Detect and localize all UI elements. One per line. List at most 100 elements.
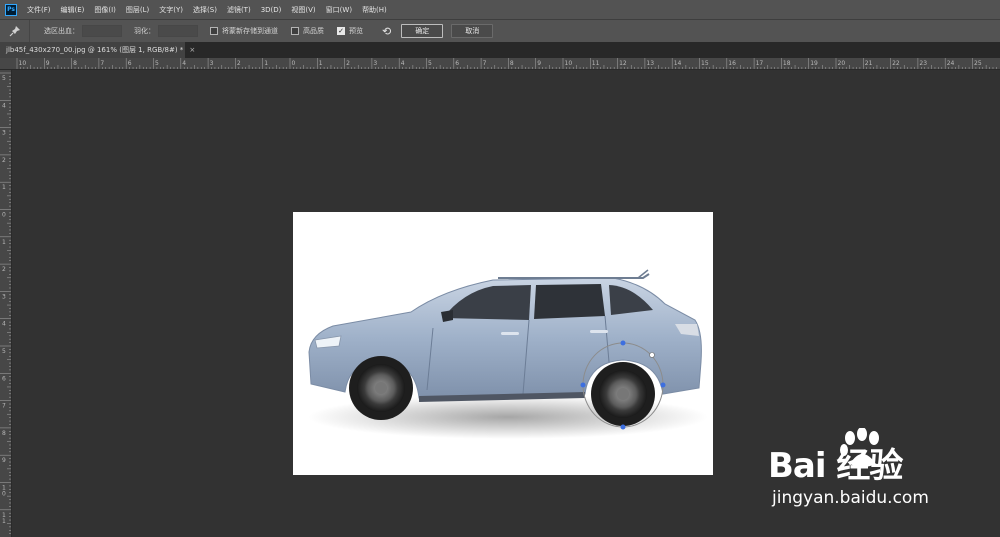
reset-icon[interactable]: ⟲	[382, 25, 391, 38]
ruler-label: 3	[2, 293, 6, 300]
ruler-label: 6	[128, 60, 132, 67]
ruler-label: 9	[537, 60, 541, 67]
document-tab[interactable]: jlb45f_430x270_00.jpg @ 161% (图层 1, RGB/…	[0, 42, 195, 58]
ruler-label: 20	[838, 60, 846, 67]
menu-image[interactable]: 图像(I)	[94, 5, 116, 15]
ruler-label: 1	[2, 184, 6, 191]
document-tab-title: jlb45f_430x270_00.jpg @ 161% (图层 1, RGB/…	[6, 46, 184, 54]
ruler-label: 5	[2, 75, 6, 82]
ruler-label: 7	[483, 60, 487, 67]
save-to-channel-label: 将蒙新存储到通道	[222, 27, 278, 35]
ruler-label: 3	[210, 60, 214, 67]
feather-field[interactable]	[158, 25, 198, 37]
ruler-label: 0	[2, 212, 6, 219]
ruler-label: 14	[674, 60, 682, 67]
ruler-label: 25	[974, 60, 982, 67]
ruler-label: 7	[100, 60, 104, 67]
save-to-channel-option[interactable]: 将蒙新存储到通道	[210, 26, 281, 36]
ruler-label: 10	[565, 60, 573, 67]
ruler-label: 5	[155, 60, 159, 67]
ruler-label: 13	[646, 60, 654, 67]
ruler-label: 19	[810, 60, 818, 67]
ruler-label: 9	[46, 60, 50, 67]
ruler-label: 2	[237, 60, 241, 67]
save-to-channel-checkbox[interactable]	[210, 27, 218, 35]
ruler-label: 6	[455, 60, 459, 67]
car-image	[308, 269, 708, 439]
ruler-label: 22	[892, 60, 900, 67]
close-icon[interactable]: ×	[189, 46, 195, 54]
output-field[interactable]	[82, 25, 122, 37]
selection-handle	[620, 340, 626, 346]
menu-3d[interactable]: 3D(D)	[261, 6, 282, 14]
menu-type[interactable]: 文字(Y)	[159, 5, 183, 15]
ruler-label: 5	[428, 60, 432, 67]
high-quality-option[interactable]: 高品质	[291, 26, 327, 36]
ruler-label: 4	[182, 60, 186, 67]
menu-help[interactable]: 帮助(H)	[362, 5, 387, 15]
output-label: 选区出血：	[44, 27, 79, 35]
ruler-label: 7	[2, 403, 6, 410]
ruler-label: 16	[728, 60, 736, 67]
ruler-label: 9	[2, 457, 6, 464]
ruler-label: 11	[592, 60, 600, 67]
ruler-label: 4	[2, 102, 6, 109]
ruler-label: 5	[2, 348, 6, 355]
ruler-label: 17	[756, 60, 764, 67]
document-canvas[interactable]	[293, 212, 713, 475]
photoshop-logo-icon: Ps	[5, 3, 17, 16]
menu-file[interactable]: 文件(F)	[27, 5, 51, 15]
ruler-label: 24	[947, 60, 955, 67]
rotation-handle	[649, 352, 655, 358]
ruler-label: 6	[2, 375, 6, 382]
document-tab-strip: jlb45f_430x270_00.jpg @ 161% (图层 1, RGB/…	[0, 42, 1000, 58]
ruler-label: 2	[2, 157, 6, 164]
ruler-label: 1	[2, 518, 6, 525]
high-quality-label: 高品质	[303, 27, 324, 35]
ruler-label: 3	[373, 60, 377, 67]
menu-window[interactable]: 窗口(W)	[326, 5, 352, 15]
ruler-label: 10	[19, 60, 27, 67]
preview-option[interactable]: ✓ 预览	[337, 26, 366, 36]
preview-checkbox[interactable]: ✓	[337, 27, 345, 35]
ruler-label: 1	[2, 239, 6, 246]
ok-button[interactable]: 确定	[401, 24, 444, 38]
selection-handle	[620, 424, 626, 430]
menu-bar: Ps 文件(F) 编辑(E) 图像(I) 图层(L) 文字(Y) 选择(S) 滤…	[0, 0, 1000, 19]
cancel-button[interactable]: 取消	[451, 24, 494, 38]
ruler-top[interactable]: 10 9 8 7 6 5 4 3 2 1 0 1 2 3 4 5 6 7 8 9 10 11 12 13 14 15 16 17 18 1…	[0, 58, 1000, 70]
watermark-url: jingyan.baidu.com	[772, 488, 929, 508]
ruler-label: 18	[783, 60, 791, 67]
high-quality-checkbox[interactable]	[291, 27, 299, 35]
ruler-label: 3	[2, 130, 6, 137]
feather-label: 羽化：	[134, 27, 155, 35]
selection-handle	[580, 382, 586, 388]
ruler-label: 23	[919, 60, 927, 67]
ruler-label: 0	[2, 491, 6, 498]
ruler-label: 1	[264, 60, 268, 67]
options-bar: 选区出血： 羽化： 将蒙新存储到通道 高品质 ✓ 预览 ⟲ 确定 取消	[0, 19, 1000, 43]
ruler-left[interactable]: 5432101234567891011	[0, 70, 12, 537]
baidu-watermark: Bai 经验 jingyan.baidu.com	[760, 428, 960, 518]
ruler-label: 21	[865, 60, 873, 67]
ruler-label: 4	[2, 321, 6, 328]
selection-handle	[660, 382, 666, 388]
ruler-label: 2	[346, 60, 350, 67]
preview-label: 预览	[349, 27, 363, 35]
ruler-label: 4	[401, 60, 405, 67]
ruler-label: 0	[292, 60, 296, 67]
ruler-label: 8	[2, 430, 6, 437]
ruler-label: 8	[73, 60, 77, 67]
ruler-label: 12	[619, 60, 627, 67]
pin-icon[interactable]	[0, 19, 30, 43]
menu-edit[interactable]: 编辑(E)	[61, 5, 85, 15]
menu-layer[interactable]: 图层(L)	[126, 5, 149, 15]
menu-select[interactable]: 选择(S)	[193, 5, 217, 15]
menu-filter[interactable]: 滤镜(T)	[227, 5, 251, 15]
ruler-label: 1	[319, 60, 323, 67]
ruler-label: 2	[2, 266, 6, 273]
ruler-label: 8	[510, 60, 514, 67]
menu-view[interactable]: 视图(V)	[291, 5, 315, 15]
ruler-label: 15	[701, 60, 709, 67]
watermark-logo: Bai 经验	[768, 446, 903, 486]
